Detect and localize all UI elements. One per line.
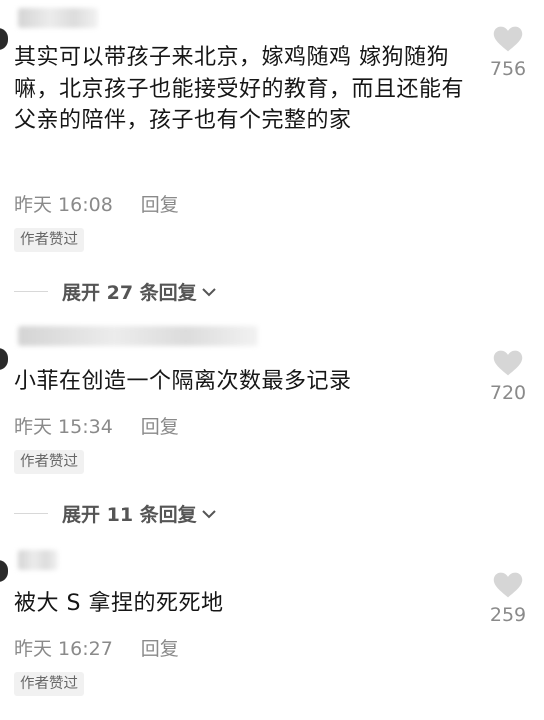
chevron-down-icon <box>201 287 216 296</box>
like-count: 756 <box>489 58 527 80</box>
username-blurred[interactable] <box>18 8 98 28</box>
expand-replies-label: 展开 27 条回复 <box>62 282 197 304</box>
comment-time: 昨天 15:34 <box>14 416 113 438</box>
divider-line <box>14 291 48 292</box>
like-button[interactable]: 720 <box>488 350 528 404</box>
like-count: 720 <box>489 382 527 404</box>
comment-item: 被大 S 拿捏的死死地 昨天 16:27 回复 作者赞过 259 <box>0 546 544 720</box>
divider-line <box>14 513 48 514</box>
comment-item: 小菲在创造一个隔离次数最多记录 昨天 15:34 回复 作者赞过 720 展开 1… <box>0 318 544 528</box>
comment-meta: 昨天 16:08 回复 <box>14 190 179 217</box>
comment-text: 小菲在创造一个隔离次数最多记录 <box>14 369 352 394</box>
heart-icon <box>493 350 523 376</box>
comment-text: 被大 S 拿捏的死死地 <box>14 591 224 616</box>
avatar[interactable] <box>0 28 8 50</box>
heart-icon <box>493 572 523 598</box>
expand-replies-button[interactable]: 展开 11 条回复 <box>14 500 217 527</box>
like-count: 259 <box>489 604 527 626</box>
chevron-down-icon <box>201 509 216 518</box>
comment-meta: 昨天 15:34 回复 <box>14 412 179 439</box>
username-blurred[interactable] <box>18 550 58 570</box>
comment-time: 昨天 16:27 <box>14 638 113 660</box>
comment-meta: 昨天 16:27 回复 <box>14 634 179 661</box>
like-button[interactable]: 756 <box>488 26 528 80</box>
comment-item: 其实可以带孩子来北京，嫁鸡随鸡 嫁狗随狗嘛，北京孩子也能接受好的教育，而且还能有… <box>0 0 544 310</box>
author-liked-badge: 作者赞过 <box>14 228 84 252</box>
comment-time: 昨天 16:08 <box>14 194 113 216</box>
username-blurred[interactable] <box>18 326 258 346</box>
heart-icon <box>493 26 523 52</box>
reply-button[interactable]: 回复 <box>141 638 179 660</box>
author-liked-badge: 作者赞过 <box>14 450 84 474</box>
comment-text: 其实可以带孩子来北京，嫁鸡随鸡 嫁狗随狗嘛，北京孩子也能接受好的教育，而且还能有… <box>14 45 465 133</box>
avatar[interactable] <box>0 560 8 582</box>
like-button[interactable]: 259 <box>488 572 528 626</box>
reply-button[interactable]: 回复 <box>141 416 179 438</box>
expand-replies-button[interactable]: 展开 27 条回复 <box>14 278 217 305</box>
reply-button[interactable]: 回复 <box>141 194 179 216</box>
avatar[interactable] <box>0 348 8 370</box>
expand-replies-label: 展开 11 条回复 <box>62 504 197 526</box>
author-liked-badge: 作者赞过 <box>14 672 84 696</box>
